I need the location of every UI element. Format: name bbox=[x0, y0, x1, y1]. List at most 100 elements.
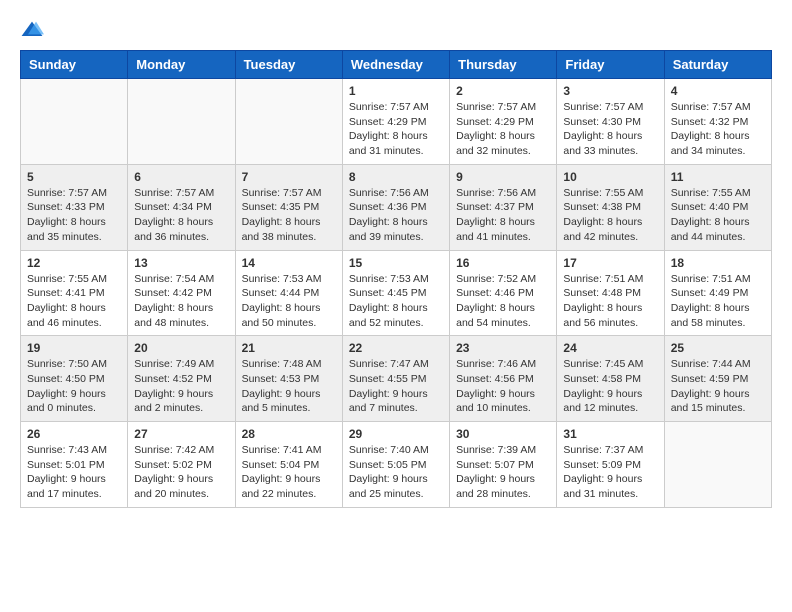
calendar-header-row: SundayMondayTuesdayWednesdayThursdayFrid… bbox=[21, 51, 772, 79]
day-number: 22 bbox=[349, 341, 443, 355]
day-number: 29 bbox=[349, 427, 443, 441]
day-info: Sunrise: 7:41 AM Sunset: 5:04 PM Dayligh… bbox=[242, 443, 336, 502]
day-info: Sunrise: 7:43 AM Sunset: 5:01 PM Dayligh… bbox=[27, 443, 121, 502]
calendar-table: SundayMondayTuesdayWednesdayThursdayFrid… bbox=[20, 50, 772, 508]
day-number: 16 bbox=[456, 256, 550, 270]
calendar-week-row: 1Sunrise: 7:57 AM Sunset: 4:29 PM Daylig… bbox=[21, 79, 772, 165]
day-number: 13 bbox=[134, 256, 228, 270]
day-header-wednesday: Wednesday bbox=[342, 51, 449, 79]
calendar-cell: 17Sunrise: 7:51 AM Sunset: 4:48 PM Dayli… bbox=[557, 250, 664, 336]
calendar-cell bbox=[128, 79, 235, 165]
day-info: Sunrise: 7:47 AM Sunset: 4:55 PM Dayligh… bbox=[349, 357, 443, 416]
day-number: 30 bbox=[456, 427, 550, 441]
calendar-cell: 26 Sunrise: 7:43 AM Sunset: 5:01 PM Dayli… bbox=[21, 422, 128, 508]
day-info: Sunrise: 7:49 AM Sunset: 4:52 PM Dayligh… bbox=[134, 357, 228, 416]
calendar-cell: 8 Sunrise: 7:56 AM Sunset: 4:36 PM Daylig… bbox=[342, 164, 449, 250]
day-number: 26 bbox=[27, 427, 121, 441]
calendar-cell: 16 Sunrise: 7:52 AM Sunset: 4:46 PM Dayli… bbox=[450, 250, 557, 336]
calendar-cell: 25Sunrise: 7:44 AM Sunset: 4:59 PM Dayli… bbox=[664, 336, 771, 422]
day-number: 7 bbox=[242, 170, 336, 184]
calendar-week-row: 19 Sunrise: 7:50 AM Sunset: 4:50 PM Dayli… bbox=[21, 336, 772, 422]
day-number: 5 bbox=[27, 170, 121, 184]
day-info: Sunrise: 7:52 AM Sunset: 4:46 PM Dayligh… bbox=[456, 272, 550, 331]
calendar-cell: 28 Sunrise: 7:41 AM Sunset: 5:04 PM Dayli… bbox=[235, 422, 342, 508]
day-number: 21 bbox=[242, 341, 336, 355]
calendar-cell: 23 Sunrise: 7:46 AM Sunset: 4:56 PM Dayli… bbox=[450, 336, 557, 422]
day-info: Sunrise: 7:37 AM Sunset: 5:09 PM Dayligh… bbox=[563, 443, 657, 502]
day-info: Sunrise: 7:46 AM Sunset: 4:56 PM Dayligh… bbox=[456, 357, 550, 416]
day-number: 2 bbox=[456, 84, 550, 98]
calendar-cell: 13 Sunrise: 7:54 AM Sunset: 4:42 PM Dayli… bbox=[128, 250, 235, 336]
day-info: Sunrise: 7:56 AM Sunset: 4:37 PM Dayligh… bbox=[456, 186, 550, 245]
day-number: 23 bbox=[456, 341, 550, 355]
day-info: Sunrise: 7:57 AM Sunset: 4:29 PM Dayligh… bbox=[456, 100, 550, 159]
day-info: Sunrise: 7:55 AM Sunset: 4:41 PM Dayligh… bbox=[27, 272, 121, 331]
day-number: 8 bbox=[349, 170, 443, 184]
day-number: 14 bbox=[242, 256, 336, 270]
day-info: Sunrise: 7:57 AM Sunset: 4:32 PM Dayligh… bbox=[671, 100, 765, 159]
calendar-cell: 15Sunrise: 7:53 AM Sunset: 4:45 PM Dayli… bbox=[342, 250, 449, 336]
day-number: 28 bbox=[242, 427, 336, 441]
day-info: Sunrise: 7:44 AM Sunset: 4:59 PM Dayligh… bbox=[671, 357, 765, 416]
page-header bbox=[20, 20, 772, 40]
calendar-cell bbox=[235, 79, 342, 165]
calendar-cell: 9Sunrise: 7:56 AM Sunset: 4:37 PM Daylig… bbox=[450, 164, 557, 250]
calendar-cell: 14 Sunrise: 7:53 AM Sunset: 4:44 PM Dayli… bbox=[235, 250, 342, 336]
day-header-sunday: Sunday bbox=[21, 51, 128, 79]
day-info: Sunrise: 7:45 AM Sunset: 4:58 PM Dayligh… bbox=[563, 357, 657, 416]
calendar-cell: 18 Sunrise: 7:51 AM Sunset: 4:49 PM Dayli… bbox=[664, 250, 771, 336]
calendar-cell bbox=[21, 79, 128, 165]
day-number: 6 bbox=[134, 170, 228, 184]
day-info: Sunrise: 7:57 AM Sunset: 4:30 PM Dayligh… bbox=[563, 100, 657, 159]
calendar-cell: 1Sunrise: 7:57 AM Sunset: 4:29 PM Daylig… bbox=[342, 79, 449, 165]
calendar-cell: 21 Sunrise: 7:48 AM Sunset: 4:53 PM Dayli… bbox=[235, 336, 342, 422]
day-number: 19 bbox=[27, 341, 121, 355]
day-number: 4 bbox=[671, 84, 765, 98]
day-info: Sunrise: 7:50 AM Sunset: 4:50 PM Dayligh… bbox=[27, 357, 121, 416]
calendar-cell: 30 Sunrise: 7:39 AM Sunset: 5:07 PM Dayli… bbox=[450, 422, 557, 508]
calendar-week-row: 26 Sunrise: 7:43 AM Sunset: 5:01 PM Dayli… bbox=[21, 422, 772, 508]
day-number: 10 bbox=[563, 170, 657, 184]
day-header-thursday: Thursday bbox=[450, 51, 557, 79]
day-info: Sunrise: 7:55 AM Sunset: 4:38 PM Dayligh… bbox=[563, 186, 657, 245]
day-info: Sunrise: 7:55 AM Sunset: 4:40 PM Dayligh… bbox=[671, 186, 765, 245]
calendar-cell: 27 Sunrise: 7:42 AM Sunset: 5:02 PM Dayli… bbox=[128, 422, 235, 508]
calendar-cell bbox=[664, 422, 771, 508]
day-header-saturday: Saturday bbox=[664, 51, 771, 79]
day-number: 18 bbox=[671, 256, 765, 270]
day-header-tuesday: Tuesday bbox=[235, 51, 342, 79]
calendar-cell: 12 Sunrise: 7:55 AM Sunset: 4:41 PM Dayli… bbox=[21, 250, 128, 336]
day-number: 3 bbox=[563, 84, 657, 98]
calendar-cell: 20Sunrise: 7:49 AM Sunset: 4:52 PM Dayli… bbox=[128, 336, 235, 422]
calendar-cell: 29Sunrise: 7:40 AM Sunset: 5:05 PM Dayli… bbox=[342, 422, 449, 508]
calendar-cell: 22 Sunrise: 7:47 AM Sunset: 4:55 PM Dayli… bbox=[342, 336, 449, 422]
calendar-cell: 31 Sunrise: 7:37 AM Sunset: 5:09 PM Dayli… bbox=[557, 422, 664, 508]
day-info: Sunrise: 7:53 AM Sunset: 4:45 PM Dayligh… bbox=[349, 272, 443, 331]
day-number: 27 bbox=[134, 427, 228, 441]
calendar-cell: 7Sunrise: 7:57 AM Sunset: 4:35 PM Daylig… bbox=[235, 164, 342, 250]
calendar-cell: 2 Sunrise: 7:57 AM Sunset: 4:29 PM Daylig… bbox=[450, 79, 557, 165]
day-info: Sunrise: 7:53 AM Sunset: 4:44 PM Dayligh… bbox=[242, 272, 336, 331]
day-header-friday: Friday bbox=[557, 51, 664, 79]
day-info: Sunrise: 7:39 AM Sunset: 5:07 PM Dayligh… bbox=[456, 443, 550, 502]
day-info: Sunrise: 7:51 AM Sunset: 4:48 PM Dayligh… bbox=[563, 272, 657, 331]
day-number: 24 bbox=[563, 341, 657, 355]
logo bbox=[20, 20, 48, 40]
day-info: Sunrise: 7:42 AM Sunset: 5:02 PM Dayligh… bbox=[134, 443, 228, 502]
day-number: 12 bbox=[27, 256, 121, 270]
day-number: 11 bbox=[671, 170, 765, 184]
calendar-cell: 24 Sunrise: 7:45 AM Sunset: 4:58 PM Dayli… bbox=[557, 336, 664, 422]
calendar-cell: 10 Sunrise: 7:55 AM Sunset: 4:38 PM Dayli… bbox=[557, 164, 664, 250]
calendar-cell: 5Sunrise: 7:57 AM Sunset: 4:33 PM Daylig… bbox=[21, 164, 128, 250]
day-info: Sunrise: 7:56 AM Sunset: 4:36 PM Dayligh… bbox=[349, 186, 443, 245]
day-info: Sunrise: 7:54 AM Sunset: 4:42 PM Dayligh… bbox=[134, 272, 228, 331]
day-info: Sunrise: 7:48 AM Sunset: 4:53 PM Dayligh… bbox=[242, 357, 336, 416]
calendar-cell: 19 Sunrise: 7:50 AM Sunset: 4:50 PM Dayli… bbox=[21, 336, 128, 422]
day-number: 31 bbox=[563, 427, 657, 441]
day-header-monday: Monday bbox=[128, 51, 235, 79]
calendar-week-row: 5Sunrise: 7:57 AM Sunset: 4:33 PM Daylig… bbox=[21, 164, 772, 250]
calendar-cell: 3 Sunrise: 7:57 AM Sunset: 4:30 PM Daylig… bbox=[557, 79, 664, 165]
day-info: Sunrise: 7:57 AM Sunset: 4:29 PM Dayligh… bbox=[349, 100, 443, 159]
day-info: Sunrise: 7:51 AM Sunset: 4:49 PM Dayligh… bbox=[671, 272, 765, 331]
calendar-week-row: 12 Sunrise: 7:55 AM Sunset: 4:41 PM Dayli… bbox=[21, 250, 772, 336]
